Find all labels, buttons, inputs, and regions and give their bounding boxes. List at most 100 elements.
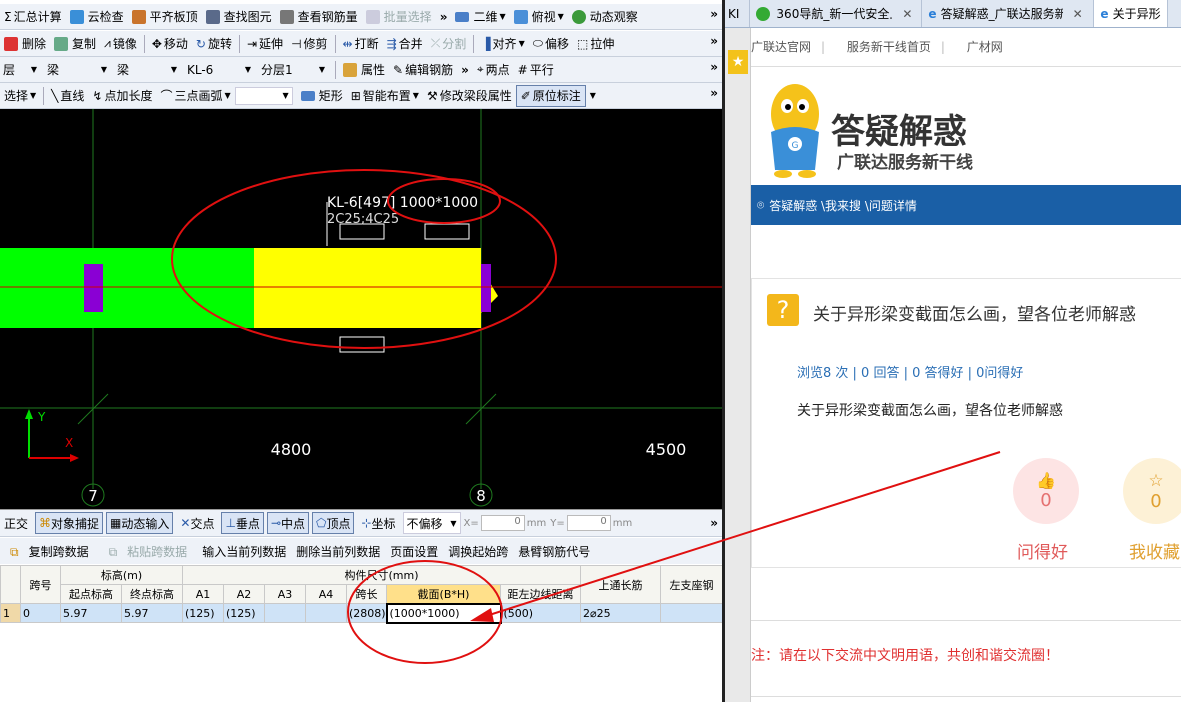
properties-button[interactable]: 属性 (339, 59, 389, 81)
batch-select-button[interactable]: 批量选择 (362, 6, 436, 28)
split-button[interactable]: ⤫ 分割 (427, 33, 471, 55)
left-distance-cell[interactable]: (500) (499, 603, 582, 623)
link-service-home[interactable]: 服务新干线首页 (847, 40, 931, 54)
parallel-button[interactable]: # 平行 (514, 59, 558, 81)
a1-cell[interactable]: (125) (182, 603, 224, 623)
favorite-button[interactable]: ☆ 0 (1123, 458, 1181, 524)
intersection-snap[interactable]: ✕ 交点 (176, 512, 218, 534)
star-bookmark-icon[interactable]: ★ (728, 50, 748, 74)
swap-start-span-button[interactable]: 调换起始跨 (443, 543, 513, 560)
dynamic-view-button[interactable]: 动态观察 (568, 6, 642, 28)
a3-cell[interactable] (264, 603, 306, 623)
modify-span-button[interactable]: ⚒ 修改梁段属性 (423, 85, 516, 107)
dynamic-input-toggle[interactable]: ▦ 动态输入 (106, 512, 174, 534)
object-snap-toggle[interactable]: ⌘ 对象捕捉 (35, 512, 104, 534)
a2-cell[interactable]: (125) (223, 603, 265, 623)
link-glodon-home[interactable]: 广联达官网 (751, 40, 811, 54)
tab-current-question[interactable]: e 关于异形 (1094, 0, 1168, 27)
stretch-button[interactable]: ⬚ 拉伸 (573, 33, 618, 55)
subtype-select[interactable]: 梁 ▼ (114, 61, 180, 79)
x-coord-input[interactable]: 0 (480, 515, 525, 531)
copy-icon (54, 36, 69, 51)
offset-mode-select[interactable]: 不偏移 ▼ (402, 512, 461, 534)
beam-span-yellow-selected[interactable] (254, 248, 481, 328)
good-question-button[interactable]: 👍 0 (1013, 458, 1079, 524)
column-right[interactable] (481, 264, 491, 312)
tab-dayi-jiehuo[interactable]: e 答疑解惑_广联达服务新 ✕ (922, 0, 1095, 27)
view-mode-dropdown[interactable]: 俯视 ▼ (510, 6, 568, 28)
copy-span-data-button[interactable]: ⧉ 复制跨数据 (0, 543, 99, 560)
toolbar-overflow-1[interactable]: » (436, 6, 452, 28)
two-points-button[interactable]: ⌖ 两点 (473, 59, 514, 81)
a4-cell[interactable] (305, 603, 347, 623)
in-place-dropdown[interactable]: ▼ (586, 85, 600, 107)
col-header-top-rebar: 上通长筋 (580, 565, 662, 604)
smart-layout-dropdown[interactable]: ⊞ 智能布置 ▼ (347, 85, 423, 107)
chevron-down-icon: ▼ (499, 12, 506, 21)
y-coord-input[interactable]: 0 (566, 515, 611, 531)
copy-button[interactable]: 复制 (50, 33, 100, 55)
toolbar-overflow-1b[interactable]: » (710, 7, 718, 21)
draw-mode-select[interactable]: ▼ (234, 86, 293, 105)
good-count: 0 (1040, 490, 1052, 511)
merge-button[interactable]: ⇶ 合并 (383, 33, 427, 55)
mirror-button[interactable]: ⩘ 镜像 (100, 33, 141, 55)
perpendicular-snap[interactable]: ⊥ 垂点 (221, 512, 264, 534)
line-button[interactable]: ╲ 直线 (47, 85, 88, 107)
table-row[interactable]: 1 0 5.97 5.97 (125) (125) (2808) (1000*1… (0, 602, 724, 624)
vertex-snap[interactable]: ⬠ 顶点 (312, 512, 355, 534)
tab-360-nav[interactable]: 360导航_新一代安全上网✕ (750, 0, 923, 27)
summary-calc-button[interactable]: Σ 汇总计算 (0, 6, 66, 28)
view-2d-dropdown[interactable]: 二维 ▼ (451, 6, 509, 28)
toolbar-overflow-3[interactable]: » (710, 60, 718, 74)
start-elev-cell[interactable]: 5.97 (60, 603, 122, 623)
floor-select[interactable]: 分层1 ▼ (258, 61, 328, 79)
toolbar-overflow-2[interactable]: » (710, 34, 718, 48)
cloud-check-button[interactable]: 云检查 (66, 6, 128, 28)
column-left[interactable] (84, 264, 103, 312)
trim-button[interactable]: ⊣ 修剪 (287, 33, 331, 55)
row-index-cell[interactable]: 1 (0, 603, 21, 623)
offset-button[interactable]: ⬭ 偏移 (529, 33, 573, 55)
cad-canvas[interactable]: KL-6[497] 1000*1000 2C25;4C25 4800 4500 … (0, 109, 722, 509)
span-length-cell[interactable]: (2808) (346, 603, 387, 623)
section-cell[interactable]: (1000*1000) (385, 602, 502, 624)
close-icon[interactable]: ✕ (902, 7, 912, 21)
view-rebar-button[interactable]: 查看钢筋量 (276, 6, 362, 28)
span-no-cell[interactable]: 0 (20, 603, 61, 623)
select-dropdown[interactable]: 选择 ▼ (0, 85, 40, 107)
rotate-button[interactable]: ↻ 旋转 (192, 33, 236, 55)
delete-column-data-button[interactable]: 删除当前列数据 (291, 543, 385, 560)
in-place-annotation-button[interactable]: ✐ 原位标注 (515, 84, 586, 107)
ortho-toggle[interactable]: 正交 (0, 512, 32, 534)
end-elev-cell[interactable]: 5.97 (121, 603, 183, 623)
page-setup-button[interactable]: 页面设置 (385, 543, 443, 560)
cantilever-rebar-code-button[interactable]: 悬臂钢筋代号 (513, 543, 595, 560)
delete-button[interactable]: 删除 (0, 33, 50, 55)
tab-ki[interactable]: KI (725, 0, 751, 27)
paste-span-data-button[interactable]: ⧉ 粘贴跨数据 (99, 543, 198, 560)
rect-button[interactable]: 矩形 (297, 85, 347, 107)
left-support-cell[interactable] (660, 603, 724, 623)
top-rebar-cell[interactable]: 2⌀25 (580, 603, 662, 623)
input-column-data-button[interactable]: 输入当前列数据 (197, 543, 291, 560)
break-button[interactable]: ⇹ 打断 (339, 33, 383, 55)
category-select[interactable]: 梁 ▼ (44, 61, 110, 79)
extend-button[interactable]: ⇥ 延伸 (243, 33, 287, 55)
move-button[interactable]: ✥ 移动 (148, 33, 192, 55)
point-length-button[interactable]: ↯ 点加长度 (88, 85, 156, 107)
edit-rebar-button[interactable]: ✎ 编辑钢筋 (389, 59, 457, 81)
find-element-button[interactable]: 查找图元 (202, 6, 276, 28)
toolbar-overflow-4[interactable]: » (710, 86, 718, 100)
align-slab-top-button[interactable]: 平齐板顶 (128, 6, 202, 28)
close-icon[interactable]: ✕ (1073, 7, 1083, 21)
align-dropdown[interactable]: ▐ 对齐 ▼ (477, 33, 528, 55)
snap-overflow[interactable]: » (710, 516, 718, 530)
component-select[interactable]: KL-6 ▼ (184, 61, 254, 79)
arc-dropdown[interactable]: ⌒ 三点画弧 ▼ (157, 85, 235, 107)
toolbar-overflow-3a[interactable]: » (457, 59, 473, 81)
link-material-site[interactable]: 广材网 (967, 40, 1003, 54)
coordinate-toggle[interactable]: ⊹ 坐标 (357, 512, 399, 534)
layer-select[interactable]: 层 ▼ (0, 61, 40, 79)
midpoint-snap[interactable]: ⊸ 中点 (266, 512, 310, 534)
